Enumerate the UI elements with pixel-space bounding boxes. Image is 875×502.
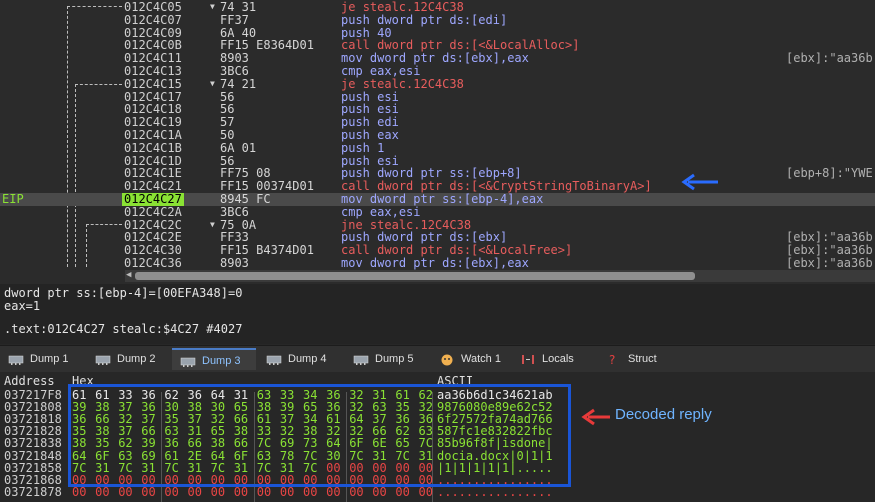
horizontal-scrollbar[interactable]: ◀ <box>125 270 875 282</box>
tab-label: Watch 1 <box>461 353 501 365</box>
tab-dump-5[interactable]: Dump 5 <box>345 348 429 370</box>
hex-byte[interactable]: 00 <box>164 486 178 498</box>
dump-address: 03721838 <box>4 436 62 451</box>
hex-byte[interactable]: 00 <box>95 486 109 498</box>
disasm-row[interactable]: 012C4C1B 6A 01 push 1 <box>0 140 875 155</box>
struct-icon: ? <box>606 352 622 367</box>
tab-label: Dump 2 <box>117 353 156 365</box>
disasm-row[interactable]: 012C4C36 8903 mov dword ptr ds:[ebx],eax [e… <box>0 257 875 270</box>
mnemonic: mov <box>341 256 363 270</box>
scrollbar-thumb[interactable] <box>135 272 695 280</box>
hex-byte[interactable]: 00 <box>234 486 248 498</box>
hex-byte[interactable]: 00 <box>257 486 271 498</box>
tab-dump-4[interactable]: Dump 4 <box>258 348 343 370</box>
hex-byte[interactable]: 00 <box>118 486 132 498</box>
instruction-comment: [ebp+8]:"YWE <box>786 166 873 181</box>
disassembly-pane[interactable]: 012C4C05 ▼ 74 31 je stealc.12C4C38 012C4C07 F… <box>0 0 875 284</box>
instruction-comment: [ebx]:"aa36b <box>786 256 873 270</box>
hex-byte[interactable]: 00 <box>326 486 340 498</box>
hex-byte[interactable]: 00 <box>349 486 363 498</box>
eip-label: EIP <box>2 192 24 206</box>
instruction-bytes: 8945 FC <box>220 192 271 206</box>
memory-icon <box>95 352 111 365</box>
tab-label: Dump 1 <box>30 353 69 365</box>
operands: dword ptr ds:[ebx],eax <box>369 256 529 270</box>
instruction-bytes: 50 <box>220 128 235 142</box>
tab-label: Locals <box>542 353 574 365</box>
memory-icon <box>353 352 369 365</box>
tab-label: Dump 3 <box>202 355 241 367</box>
instruction-bytes: 3BC6 <box>220 204 249 219</box>
instruction-bytes: FF37 <box>220 12 249 27</box>
hex-byte[interactable]: 00 <box>211 486 225 498</box>
operands: dword ptr ds:[edi] <box>377 12 508 27</box>
instruction-text: mov dword ptr ds:[ebx],eax <box>341 257 529 270</box>
dump-tab-bar: Dump 1 Dump 2 Dump 3 Dump 4 Dump 5 Watch 1 Loc… <box>0 345 875 373</box>
dump-address: 037217F8 <box>4 387 62 402</box>
instruction-address: 012C4C1A <box>124 128 182 142</box>
instruction-bytes: 74 31 <box>220 0 257 14</box>
instruction-address: 012C4C13 <box>124 64 182 78</box>
tab-dump-3[interactable]: Dump 3 <box>172 348 256 370</box>
glasses-icon <box>439 352 455 366</box>
hex-byte[interactable]: 00 <box>188 486 202 498</box>
pointer-arrow-icon <box>681 173 718 191</box>
disasm-row[interactable]: 012C4C07 FF37 push dword ptr ds:[edi] <box>0 12 875 27</box>
ascii-text[interactable]: ................ <box>437 486 553 498</box>
disasm-row[interactable]: EIP 012C4C27 8945 FC mov dword ptr ss:[ebp-… <box>0 193 875 206</box>
locals-icon <box>520 352 536 365</box>
dump-row[interactable]: 03721878 00 00 00 00 00 00 00 00 00 00 00 00 00 00 00 00… <box>0 486 875 498</box>
jump-arrow-icon: ▼ <box>210 78 215 88</box>
address-column-header: Address <box>4 374 55 388</box>
tab-dump-2[interactable]: Dump 2 <box>87 348 170 370</box>
info-line-location: .text:012C4C27 stealc:$4C27 #4027 <box>4 322 243 336</box>
tab-label: Struct <box>628 353 657 365</box>
tab-struct[interactable]: ? Struct <box>598 348 670 370</box>
memory-icon <box>8 352 24 365</box>
memory-icon <box>266 352 282 365</box>
instruction-address: 012C4C2A <box>124 204 182 219</box>
svg-text:?: ? <box>609 353 615 366</box>
hex-byte[interactable]: 00 <box>72 486 86 498</box>
hex-byte[interactable]: 00 <box>303 486 317 498</box>
instruction-address: 012C4C05 <box>124 0 182 14</box>
tab-locals[interactable]: Locals <box>512 348 596 370</box>
scroll-left-icon[interactable]: ◀ <box>126 270 131 280</box>
dump-address: 03721878 <box>4 485 62 500</box>
instruction-address: 012C4C15 <box>124 76 182 91</box>
instruction-bytes: 3BC6 <box>220 64 249 78</box>
dump-address: 03721848 <box>4 448 62 463</box>
instruction-bytes: 74 21 <box>220 76 257 91</box>
info-line-register: eax=1 <box>4 299 41 313</box>
instruction-comment: [ebx]:"aa36b <box>786 51 873 66</box>
hex-byte[interactable]: 00 <box>372 486 386 498</box>
instruction-address: 012C4C07 <box>124 12 182 27</box>
info-pane: dword ptr ss:[ebp-4]=[00EFA348]=0 eax=1 … <box>0 284 875 344</box>
highlight-box <box>68 384 571 487</box>
instruction-bytes: 8903 <box>220 256 249 270</box>
hex-byte[interactable]: 00 <box>141 486 155 498</box>
instruction-address: 012C4C36 <box>124 256 182 270</box>
hex-byte[interactable]: 00 <box>395 486 409 498</box>
hex-byte[interactable]: 00 <box>280 486 294 498</box>
tab-label: Dump 5 <box>375 353 414 365</box>
tab-label: Dump 4 <box>288 353 327 365</box>
disasm-row[interactable]: 012C4C1A 50 push eax <box>0 129 875 142</box>
memory-icon <box>180 354 196 367</box>
annotation-arrow-icon <box>581 408 610 426</box>
instruction-address: 012C4C27 <box>122 192 184 206</box>
jump-arrow-icon: ▼ <box>210 219 215 229</box>
hex-byte[interactable]: 00 <box>419 486 433 498</box>
tab-dump-1[interactable]: Dump 1 <box>0 348 85 370</box>
annotation-label: Decoded reply <box>615 406 712 423</box>
instruction-bytes: 6A 01 <box>220 140 257 155</box>
disasm-row[interactable]: 012C4C15 ▼ 74 21 je stealc.12C4C38 <box>0 76 875 91</box>
tab-watch-1[interactable]: Watch 1 <box>431 348 510 370</box>
jump-arrow-icon: ▼ <box>210 2 215 11</box>
instruction-address: 012C4C1B <box>124 140 182 155</box>
